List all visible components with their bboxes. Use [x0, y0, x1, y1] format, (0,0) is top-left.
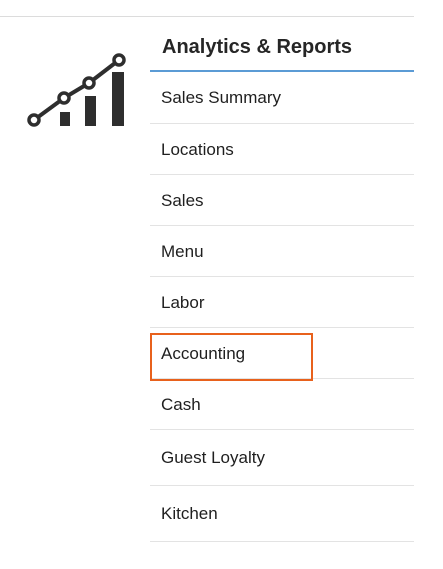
- menu-item-kitchen[interactable]: Kitchen: [150, 486, 414, 542]
- menu-item-sales-summary[interactable]: Sales Summary: [150, 72, 414, 124]
- panel-title: Analytics & Reports: [150, 22, 414, 72]
- menu-item-locations[interactable]: Locations: [150, 124, 414, 175]
- menu-item-sales[interactable]: Sales: [150, 175, 414, 226]
- reports-menu: Sales Summary Locations Sales Menu Labor…: [150, 72, 414, 542]
- menu-item-menu[interactable]: Menu: [150, 226, 414, 277]
- menu-item-guest-loyalty[interactable]: Guest Loyalty: [150, 430, 414, 486]
- top-divider: [0, 16, 414, 17]
- menu-item-accounting[interactable]: Accounting: [150, 328, 414, 379]
- analytics-chart-icon: [26, 50, 132, 128]
- menu-item-labor[interactable]: Labor: [150, 277, 414, 328]
- menu-item-cash[interactable]: Cash: [150, 379, 414, 430]
- analytics-reports-panel: Analytics & Reports Sales Summary Locati…: [150, 22, 414, 542]
